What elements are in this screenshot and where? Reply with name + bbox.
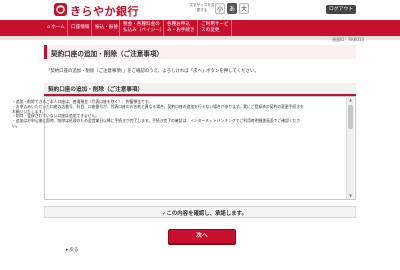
- scroll-thumb[interactable]: [348, 105, 353, 129]
- nav-item-service-change[interactable]: ご利用サービスの変更: [198, 20, 232, 36]
- scroll-down-arrow-icon[interactable]: ▼: [347, 193, 354, 199]
- nav-item-account-info[interactable]: 口座情報: [68, 20, 92, 36]
- font-size-small-button[interactable]: 小: [215, 3, 225, 14]
- nav-item-home[interactable]: ⌂ ホーム: [44, 20, 68, 36]
- confirm-agreement-bar[interactable]: ✓この内容を確認し、承諾します。: [44, 206, 356, 218]
- screen-id: 画面ID：RKK010: [332, 37, 364, 42]
- nav-item-label: ホーム: [51, 25, 65, 31]
- nav-item-label: 各種お申込み・お手続き: [167, 22, 195, 33]
- terms-scrollbar[interactable]: ▲ ▼: [346, 97, 354, 199]
- next-button-label: 次へ: [196, 233, 208, 239]
- nav-item-label: ご利用サービスの変更: [201, 22, 229, 33]
- confirm-agreement-label[interactable]: ✓この内容を確認し、承諾します。: [162, 209, 247, 217]
- back-link[interactable]: 戻る: [66, 247, 78, 253]
- terms-line: ・追加はお申込後に即時、削除は処理のため翌営業日以降に手続きが完了します。手続き…: [12, 118, 301, 128]
- main-nav: ⌂ ホーム 口座情報 振込・振替 税金・各種料金の払込み（ペイジー） 各種お申込…: [0, 20, 400, 36]
- page-title: 契約口座の追加・削除（ご注意事項）: [51, 50, 164, 58]
- scroll-up-arrow-icon[interactable]: ▲: [347, 97, 354, 103]
- header: きらやか銀行 文字サイズを変更する 小 あ 大 ログアウト: [0, 0, 400, 20]
- nav-item-transfer[interactable]: 振込・振替: [92, 20, 120, 36]
- bank-logo-icon[interactable]: [54, 3, 67, 16]
- nav-item-payeasy[interactable]: 税金・各種料金の払込み（ペイジー）: [120, 20, 164, 36]
- font-size-large-button[interactable]: 大: [239, 3, 249, 14]
- nav-item-label: 口座情報: [71, 25, 90, 31]
- nav-item-label: 振込・振替: [95, 25, 118, 31]
- nav-item-applications[interactable]: 各種お申込み・お手続き: [164, 20, 198, 36]
- terms-heading: 契約口座の追加・削除（ご注意事項）: [48, 87, 144, 93]
- nav-item-label: 税金・各種料金の払込み（ペイジー）: [123, 22, 165, 33]
- home-icon: ⌂: [47, 24, 51, 31]
- logout-button[interactable]: ログアウト: [326, 5, 356, 14]
- page-title-bar: 契約口座の追加・削除（ご注意事項）: [44, 45, 356, 59]
- terms-body: ・追加・削除できるご本人口座は、普通預金（代表口座を除く）、貯蓄預金です。 ・お…: [12, 99, 307, 129]
- terms-heading-bar: 契約口座の追加・削除（ご注意事項）: [44, 83, 356, 96]
- next-button[interactable]: 次へ: [168, 229, 236, 244]
- instruction-text: 「契約口座の追加・削除（ご注意事項）」をご確認のうえ、よろしければ「次へ」ボタン…: [46, 69, 259, 74]
- bank-name[interactable]: きらやか銀行: [70, 3, 139, 19]
- font-size-label: 文字サイズを変更する: [189, 3, 215, 12]
- font-size-medium-button[interactable]: あ: [227, 3, 237, 14]
